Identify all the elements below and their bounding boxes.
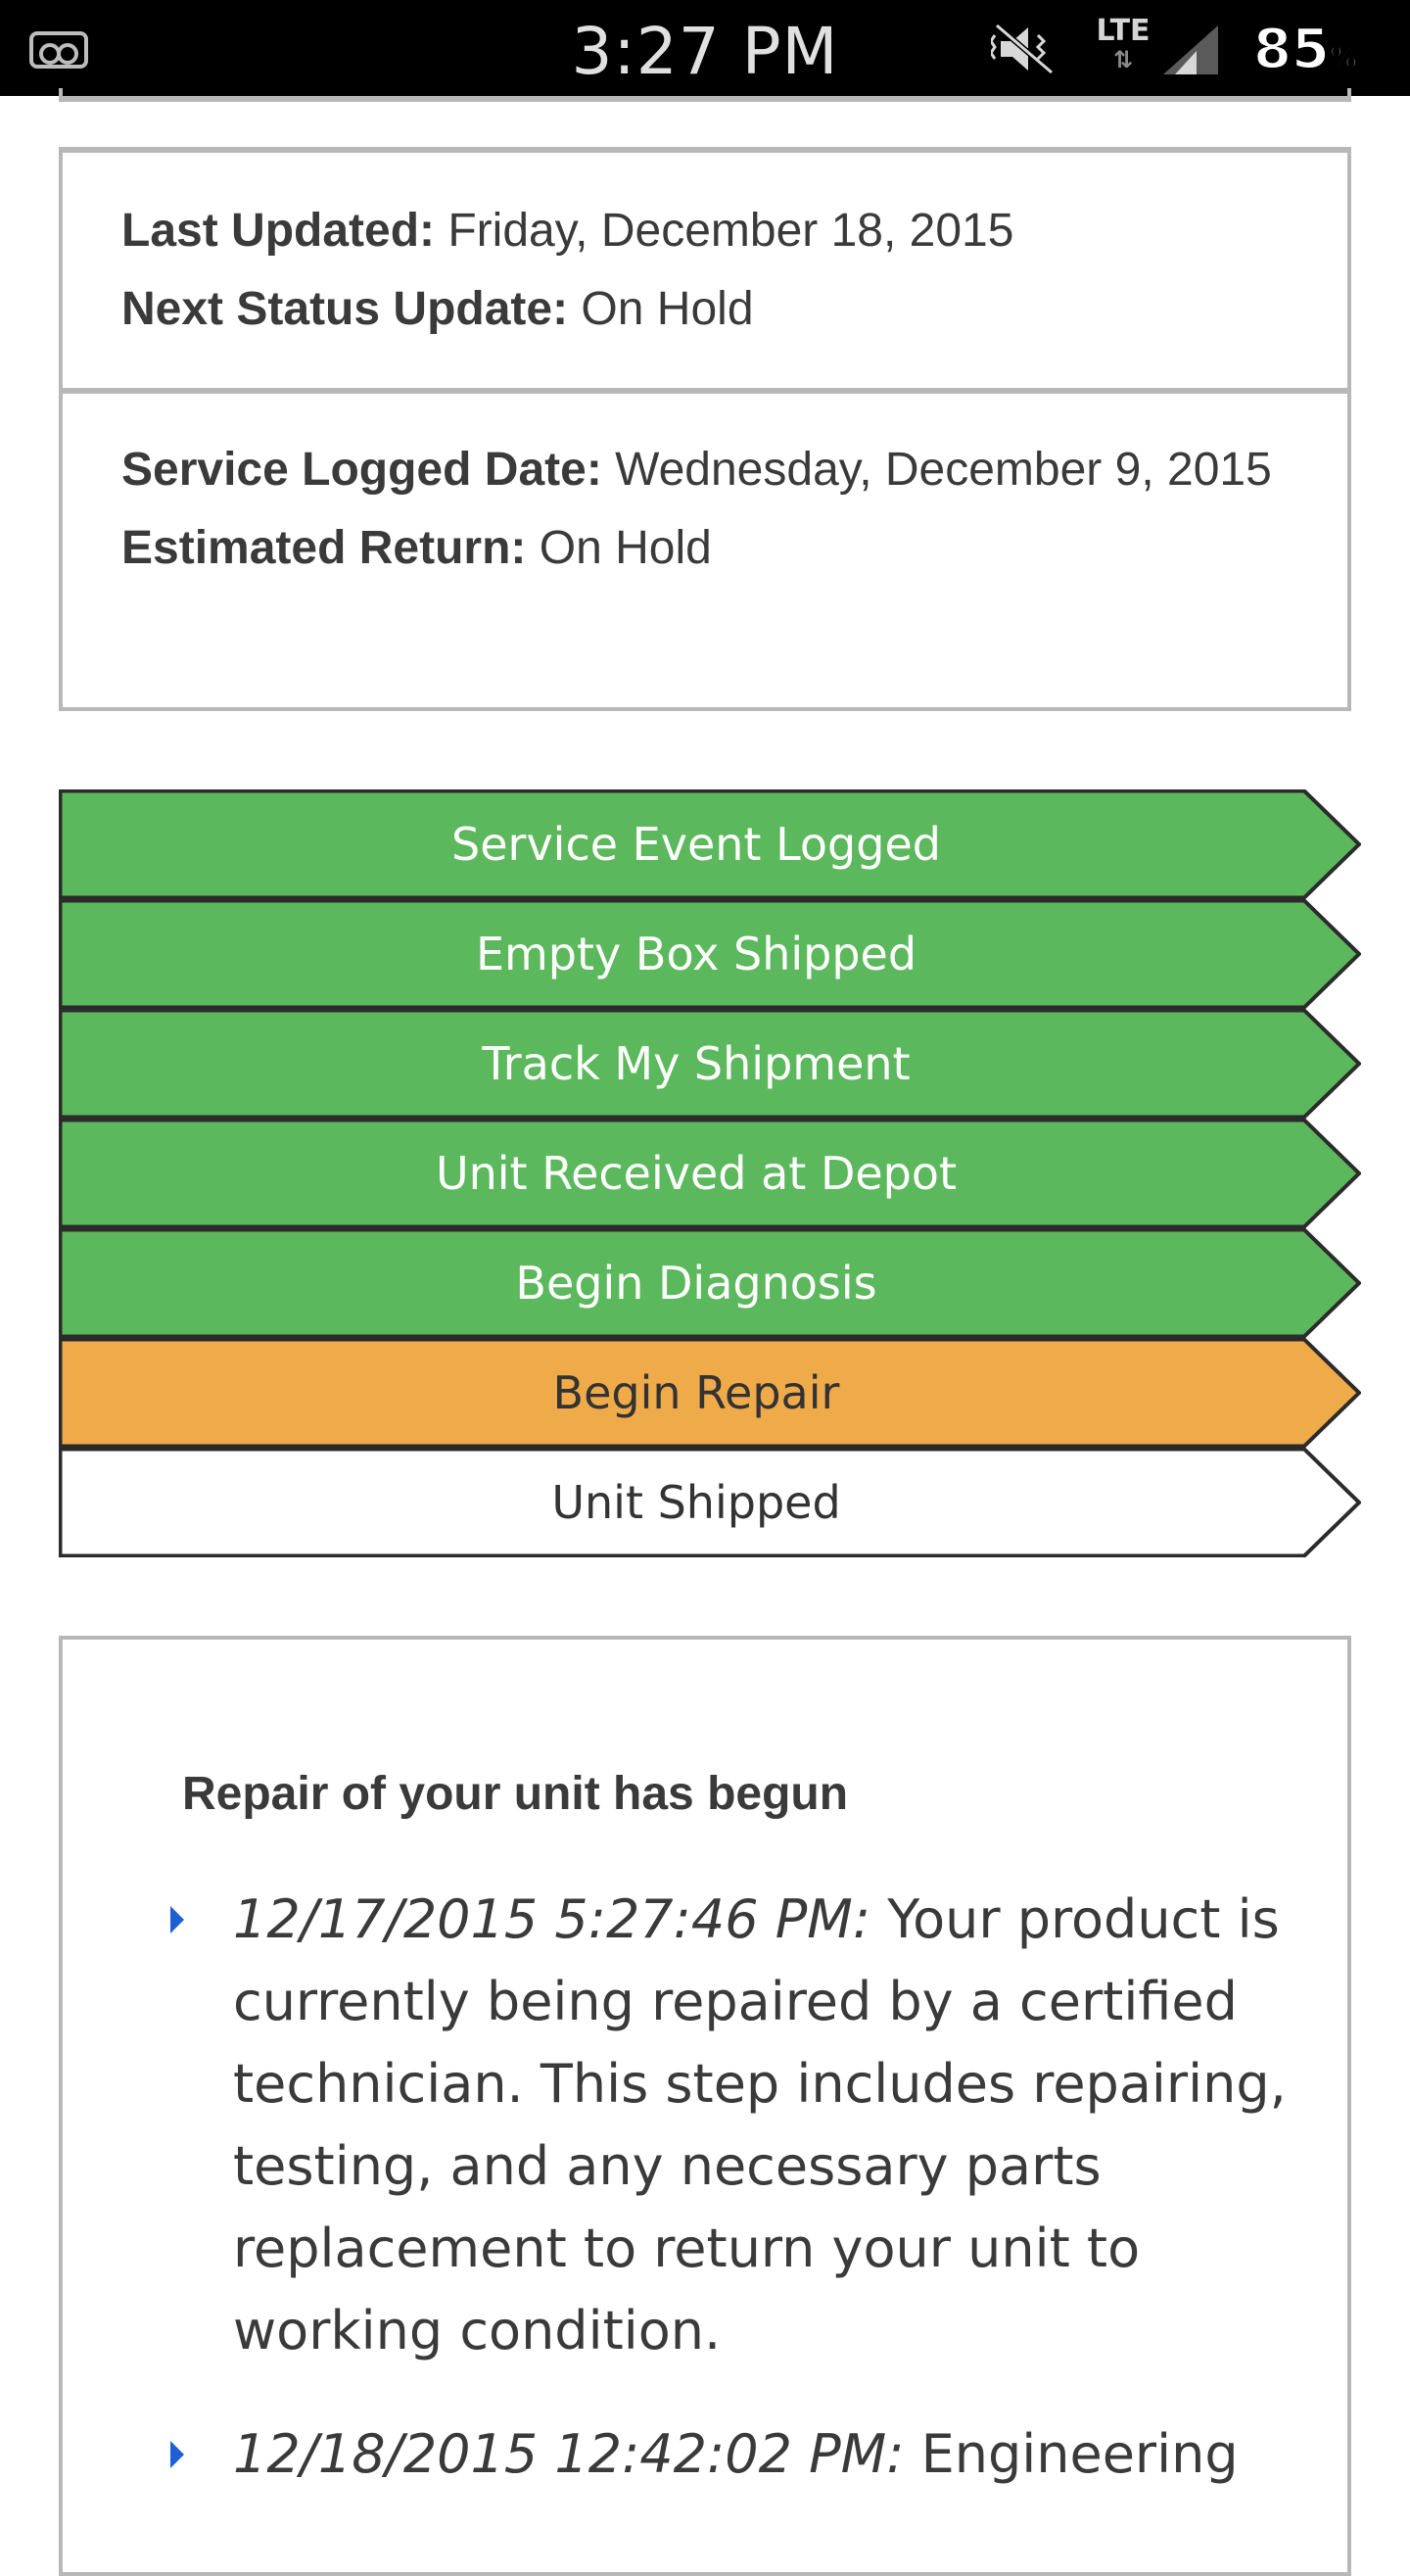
estimated-return-row: Estimated Return: On Hold [63,509,1347,588]
service-logged-row: Service Logged Date: Wednesday, December… [63,431,1347,509]
service-logged-label: Service Logged Date: [121,444,602,496]
bullet-arrow-icon [170,2441,184,2468]
estimated-return-label: Estimated Return: [121,522,527,574]
repair-detail-card: Repair of your unit has begun 12/17/2015… [59,1636,1351,2576]
progress-step: Unit Shipped [59,1448,1361,1557]
update-text: Your product is currently being repaired… [233,1888,1287,2361]
bullet-arrow-icon [170,1906,184,1933]
status-update-card: Last Updated: Friday, December 18, 2015 … [59,147,1351,392]
mute-icon [991,23,1054,75]
previous-card-bottom [59,88,1351,102]
progress-step: Begin Repair [59,1338,1361,1448]
progress-step: Begin Diagnosis [59,1228,1361,1338]
update-timestamp: 12/17/2015 5:27:46 PM: [233,1888,871,1950]
progress-step-label: Begin Repair [552,1366,840,1419]
status-update-item: 12/18/2015 12:42:02 PM: Engineering [170,2413,1296,2496]
progress-step-label: Track My Shipment [482,1037,911,1090]
battery-unit: % [1329,40,1358,76]
signal-icon [1163,25,1218,74]
estimated-return-value: On Hold [539,522,712,574]
progress-step: Track My Shipment [59,1009,1361,1119]
progress-step: Empty Box Shipped [59,899,1361,1009]
battery-level: 85 [1252,17,1331,82]
progress-step: Service Event Logged [59,789,1361,899]
network-type: LTE [1096,14,1151,48]
battery-icon: 85% [1252,17,1400,82]
service-info-card: Service Logged Date: Wednesday, December… [59,388,1351,711]
progress-step: Unit Received at Depot [59,1119,1361,1228]
service-logged-value: Wednesday, December 9, 2015 [615,444,1272,496]
update-text: Engineering [920,2423,1239,2485]
update-timestamp: 12/18/2015 12:42:02 PM: [233,2423,905,2485]
detail-heading: Repair of your unit has begun [182,1768,849,1820]
status-bar: 3:27 PM LTE ⇅ 85% [0,0,1410,96]
repair-progress-steps: Service Event Logged Empty Box Shipped Tra… [59,789,1361,1557]
progress-step-label: Begin Diagnosis [515,1257,877,1310]
last-updated-row: Last Updated: Friday, December 18, 2015 [63,192,1347,270]
progress-step-label: Empty Box Shipped [475,928,917,980]
next-update-value: On Hold [581,283,754,335]
last-updated-label: Last Updated: [121,205,436,257]
last-updated-value: Friday, December 18, 2015 [447,205,1014,257]
next-update-row: Next Status Update: On Hold [63,270,1347,349]
lte-icon: LTE ⇅ [1096,14,1151,73]
progress-step-label: Service Event Logged [451,818,941,871]
progress-step-label: Unit Received at Depot [435,1147,958,1200]
progress-step-label: Unit Shipped [551,1476,841,1529]
status-update-item: 12/17/2015 5:27:46 PM: Your product is c… [170,1879,1296,2372]
next-update-label: Next Status Update: [121,283,569,335]
